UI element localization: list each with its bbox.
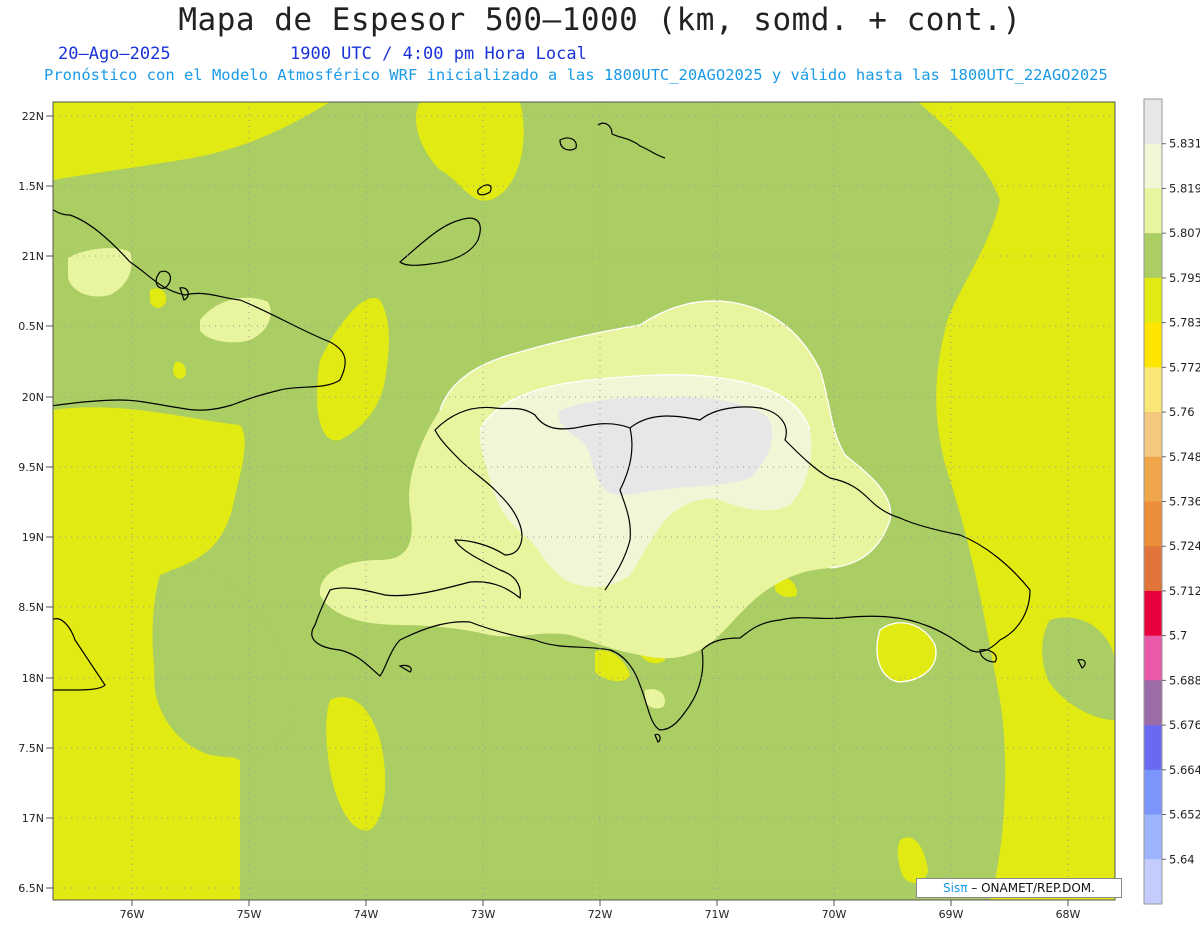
thickness-map: 22N 1.5N 21N 0.5N 20N 9.5N 19N 8.5N 18N …: [18, 98, 1200, 921]
lon-label: 68W: [1056, 908, 1081, 921]
legend-label: 5.652: [1169, 808, 1200, 822]
lat-label: 21N: [22, 250, 44, 263]
lat-label: 1.5N: [18, 180, 44, 193]
color-legend: [1143, 98, 1163, 905]
legend-labels: 5.831 5.819 5.807 5.795 5.783 5.772 5.76 5.748 5…: [1162, 137, 1200, 866]
lat-label: 0.5N: [18, 320, 44, 333]
lon-label: 74W: [354, 908, 379, 921]
legend-swatch: [1144, 859, 1162, 905]
lon-label: 73W: [471, 908, 496, 921]
lon-label: 76W: [120, 908, 145, 921]
legend-label: 5.7: [1169, 629, 1187, 643]
legend-label: 5.807: [1169, 226, 1200, 240]
legend-label: 5.736: [1169, 495, 1200, 509]
lat-label: 17N: [22, 812, 44, 825]
legend-label: 5.724: [1169, 539, 1200, 553]
legend-swatch: [1144, 233, 1162, 279]
legend-swatch: [1144, 725, 1162, 771]
legend-swatch: [1144, 635, 1162, 681]
legend-swatch: [1144, 412, 1162, 458]
legend-swatch: [1144, 367, 1162, 413]
legend-swatch: [1144, 188, 1162, 234]
lon-label: 69W: [939, 908, 964, 921]
legend-swatch: [1144, 501, 1162, 547]
lat-label: 7.5N: [18, 742, 44, 755]
lat-label: 22N: [22, 110, 44, 123]
legend-swatch: [1144, 143, 1162, 189]
lat-label: 9.5N: [18, 461, 44, 474]
legend-swatch: [1144, 277, 1162, 324]
lon-label: 70W: [822, 908, 847, 921]
legend-label: 5.688: [1169, 673, 1200, 687]
legend-label: 5.831: [1169, 137, 1200, 151]
lon-label: 72W: [588, 908, 613, 921]
legend-label: 5.772: [1169, 360, 1200, 374]
legend-swatch: [1144, 99, 1162, 145]
map-field: [53, 102, 1115, 900]
legend-swatch: [1144, 546, 1162, 592]
lat-axis: 22N 1.5N 21N 0.5N 20N 9.5N 19N 8.5N 18N …: [18, 110, 53, 895]
legend-label: 5.783: [1169, 316, 1200, 330]
lat-label: 6.5N: [18, 882, 44, 895]
lat-label: 18N: [22, 672, 44, 685]
legend-swatch: [1144, 322, 1162, 368]
legend-swatch: [1144, 680, 1162, 726]
legend-swatch: [1144, 814, 1162, 860]
lat-label: 8.5N: [18, 601, 44, 614]
lon-label: 71W: [705, 908, 730, 921]
lat-label: 19N: [22, 531, 44, 544]
credit-box: Sisπ – ONAMET/REP.DOM.: [916, 878, 1122, 898]
legend-label: 5.676: [1169, 718, 1200, 732]
lon-label: 75W: [237, 908, 262, 921]
credit-org: – ONAMET/REP.DOM.: [971, 881, 1095, 895]
legend-label: 5.664: [1169, 763, 1200, 777]
legend-label: 5.76: [1169, 405, 1195, 419]
legend-label: 5.712: [1169, 584, 1200, 598]
legend-label: 5.819: [1169, 181, 1200, 195]
legend-swatch: [1144, 456, 1162, 502]
lat-label: 20N: [22, 391, 44, 404]
legend-swatch: [1144, 590, 1162, 637]
legend-label: 5.748: [1169, 450, 1200, 464]
legend-swatch: [1144, 769, 1162, 816]
sis-logo-text: Sisπ: [943, 881, 968, 895]
lon-axis: 76W 75W 74W 73W 72W 71W 70W 69W 68W: [120, 900, 1081, 921]
legend-label: 5.64: [1169, 852, 1195, 866]
legend-label: 5.795: [1169, 271, 1200, 285]
